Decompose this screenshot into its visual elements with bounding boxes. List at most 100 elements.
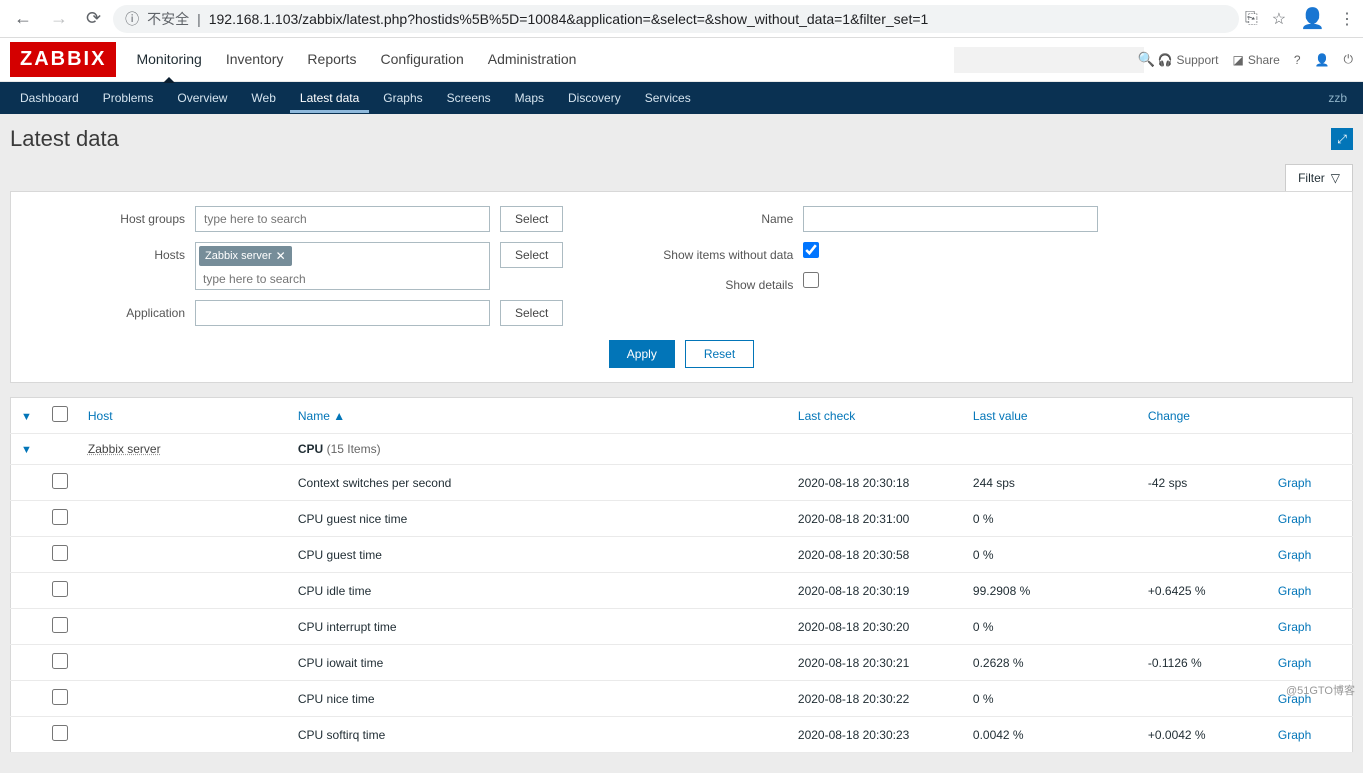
show-details-checkbox[interactable] — [803, 272, 819, 288]
host-token[interactable]: Zabbix server✕ — [199, 246, 292, 266]
sub-nav: Dashboard Problems Overview Web Latest d… — [0, 82, 1363, 114]
profile-icon[interactable]: 👤 — [1300, 6, 1325, 31]
show-without-data-checkbox[interactable] — [803, 242, 819, 258]
group-host[interactable]: Zabbix server — [78, 434, 288, 465]
col-last-check[interactable]: Last check — [788, 398, 963, 434]
name-input[interactable] — [803, 206, 1098, 232]
item-last-value: 0 % — [963, 501, 1138, 537]
item-name: CPU idle time — [288, 573, 788, 609]
nav-inventory[interactable]: Inventory — [226, 51, 284, 69]
global-search[interactable]: 🔍 — [954, 47, 1144, 73]
collapse-group-icon[interactable]: ▼ — [21, 444, 32, 456]
apply-button[interactable]: Apply — [609, 340, 675, 368]
item-last-check: 2020-08-18 20:30:21 — [788, 645, 963, 681]
reload-icon[interactable]: ⟳ — [80, 4, 107, 33]
back-icon[interactable]: ← — [8, 4, 38, 33]
show-details-label: Show details — [623, 272, 793, 292]
nav-monitoring[interactable]: Monitoring — [136, 51, 201, 69]
zabbix-logo[interactable]: ZABBIX — [10, 42, 116, 77]
filter-panel: Host groups Select Hosts Zabbix server✕ … — [10, 191, 1353, 383]
item-last-value: 0.0042 % — [963, 717, 1138, 753]
row-checkbox[interactable] — [52, 725, 68, 741]
row-checkbox[interactable] — [52, 509, 68, 525]
item-last-check: 2020-08-18 20:30:20 — [788, 609, 963, 645]
col-change[interactable]: Change — [1138, 398, 1268, 434]
filter-toggle[interactable]: Filter ▽ — [1285, 164, 1353, 191]
row-checkbox[interactable] — [52, 545, 68, 561]
subnav-web[interactable]: Web — [241, 83, 285, 113]
user-icon[interactable]: 👤 — [1315, 53, 1330, 67]
subnav-discovery[interactable]: Discovery — [558, 83, 631, 113]
item-last-check: 2020-08-18 20:30:58 — [788, 537, 963, 573]
row-checkbox[interactable] — [52, 617, 68, 633]
subnav-maps[interactable]: Maps — [505, 83, 554, 113]
nav-reports[interactable]: Reports — [307, 51, 356, 69]
subnav-overview[interactable]: Overview — [167, 83, 237, 113]
application-select[interactable]: Select — [500, 300, 563, 326]
item-change: +0.0042 % — [1138, 717, 1268, 753]
subnav-problems[interactable]: Problems — [93, 83, 164, 113]
item-name: CPU guest nice time — [288, 501, 788, 537]
item-name: CPU iowait time — [288, 645, 788, 681]
item-name: CPU nice time — [288, 681, 788, 717]
graph-link[interactable]: Graph — [1278, 476, 1311, 490]
col-name[interactable]: Name ▲ — [288, 398, 788, 434]
application-input[interactable] — [195, 300, 490, 326]
url-text: 192.168.1.103/zabbix/latest.php?hostids%… — [209, 11, 929, 27]
hosts-label: Hosts — [35, 242, 185, 262]
name-label: Name — [623, 206, 793, 226]
item-last-value: 0 % — [963, 609, 1138, 645]
row-checkbox[interactable] — [52, 689, 68, 705]
filter-icon: ▽ — [1331, 171, 1340, 185]
menu-icon[interactable]: ⋮ — [1339, 9, 1355, 29]
power-icon[interactable]: ⏻ — [1344, 52, 1354, 67]
subnav-graphs[interactable]: Graphs — [373, 83, 432, 113]
subnav-dashboard[interactable]: Dashboard — [10, 83, 89, 113]
host-groups-input[interactable] — [195, 206, 490, 232]
table-row: CPU interrupt time 2020-08-18 20:30:20 0… — [11, 609, 1353, 645]
row-checkbox[interactable] — [52, 653, 68, 669]
search-input[interactable] — [962, 52, 1138, 67]
graph-link[interactable]: Graph — [1278, 584, 1311, 598]
subnav-services[interactable]: Services — [635, 83, 701, 113]
nav-administration[interactable]: Administration — [488, 51, 577, 69]
support-link[interactable]: 🎧 Support — [1158, 53, 1219, 67]
browser-toolbar: ← → ⟳ ⓘ 不安全 | 192.168.1.103/zabbix/lates… — [0, 0, 1363, 38]
table-row: CPU guest nice time 2020-08-18 20:31:00 … — [11, 501, 1353, 537]
subnav-screens[interactable]: Screens — [437, 83, 501, 113]
host-groups-label: Host groups — [35, 206, 185, 226]
search-icon[interactable]: 🔍 — [1138, 51, 1155, 68]
reset-button[interactable]: Reset — [685, 340, 754, 368]
row-checkbox[interactable] — [52, 581, 68, 597]
info-icon: ⓘ — [125, 9, 139, 29]
address-bar[interactable]: ⓘ 不安全 | 192.168.1.103/zabbix/latest.php?… — [113, 5, 1239, 33]
item-last-value: 0 % — [963, 681, 1138, 717]
hosts-select[interactable]: Select — [500, 242, 563, 268]
forward-icon[interactable]: → — [44, 4, 74, 33]
graph-link[interactable]: Graph — [1278, 512, 1311, 526]
host-groups-select[interactable]: Select — [500, 206, 563, 232]
top-bar: ZABBIX Monitoring Inventory Reports Conf… — [0, 38, 1363, 82]
translate-icon[interactable]: ⎘ — [1245, 10, 1258, 28]
group-row: ▼ Zabbix server CPU (15 Items) — [11, 434, 1353, 465]
col-host[interactable]: Host — [78, 398, 288, 434]
item-change: -42 sps — [1138, 465, 1268, 501]
item-last-check: 2020-08-18 20:30:19 — [788, 573, 963, 609]
nav-configuration[interactable]: Configuration — [380, 51, 463, 69]
row-checkbox[interactable] — [52, 473, 68, 489]
subnav-latest-data[interactable]: Latest data — [290, 83, 369, 113]
collapse-all-icon[interactable]: ▼ — [21, 411, 32, 423]
star-icon[interactable]: ☆ — [1272, 9, 1286, 29]
select-all-checkbox[interactable] — [52, 406, 68, 422]
remove-token-icon[interactable]: ✕ — [276, 249, 286, 263]
graph-link[interactable]: Graph — [1278, 728, 1311, 742]
col-last-value[interactable]: Last value — [963, 398, 1138, 434]
share-link[interactable]: ◪ Share — [1232, 53, 1279, 67]
help-icon[interactable]: ? — [1294, 53, 1301, 67]
graph-link[interactable]: Graph — [1278, 548, 1311, 562]
fullscreen-button[interactable]: ⤢ — [1331, 128, 1353, 150]
graph-link[interactable]: Graph — [1278, 620, 1311, 634]
graph-link[interactable]: Graph — [1278, 656, 1311, 670]
hosts-input[interactable]: Zabbix server✕ — [195, 242, 490, 290]
table-row: CPU iowait time 2020-08-18 20:30:21 0.26… — [11, 645, 1353, 681]
